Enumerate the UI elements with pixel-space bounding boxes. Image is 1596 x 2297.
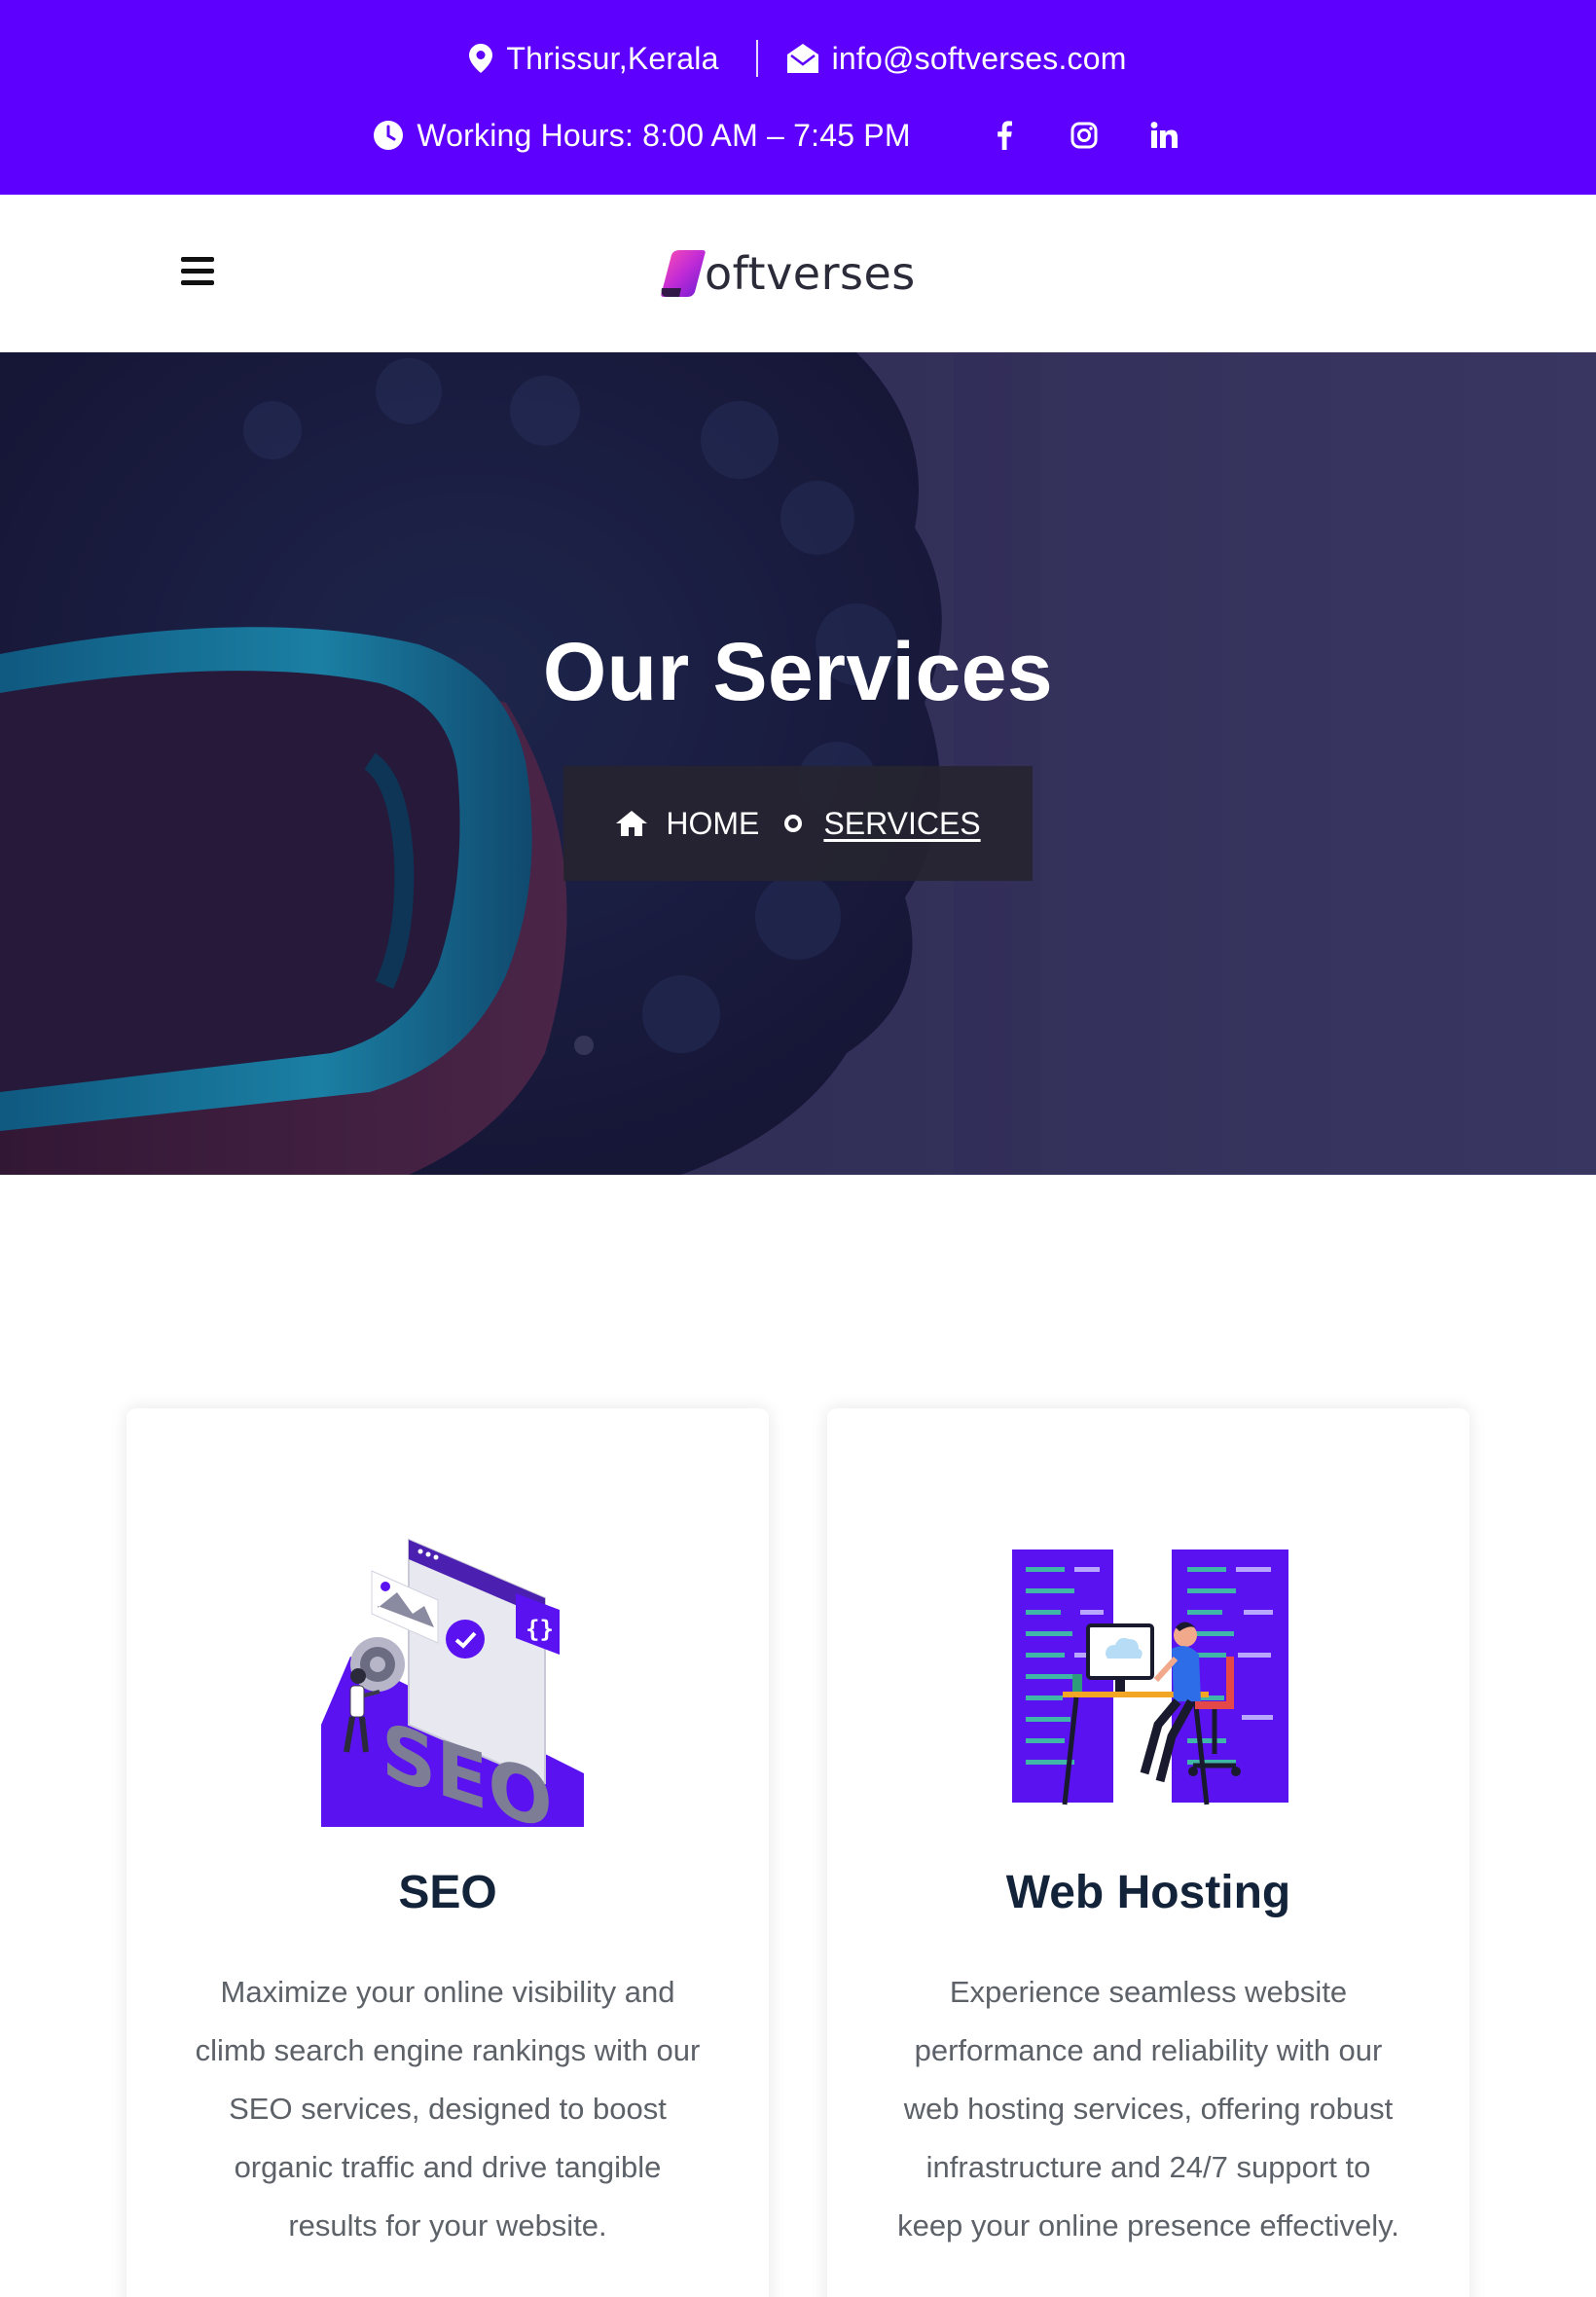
service-title: SEO: [398, 1867, 497, 1918]
breadcrumb-home-label[interactable]: HOME: [666, 806, 759, 842]
breadcrumb-home-link[interactable]: HOME: [615, 806, 759, 842]
instagram-icon[interactable]: [1063, 114, 1106, 157]
site-header: oftverses: [0, 195, 1596, 352]
service-description: Experience seamless website performance …: [897, 1975, 1399, 2242]
menu-toggle-button[interactable]: [181, 257, 220, 290]
hours-text: Working Hours: 8:00 AM – 7:45 PM: [417, 117, 911, 153]
seo-illustration-icon: {} SEO: [321, 1538, 584, 1832]
email-text[interactable]: info@softverses.com: [832, 41, 1127, 77]
working-hours: Working Hours: 8:00 AM – 7:45 PM: [374, 118, 910, 154]
hours-social-row: Working Hours: 8:00 AM – 7:45 PM: [0, 114, 1596, 157]
service-description: Maximize your online visibility and clim…: [195, 1975, 701, 2242]
email-info[interactable]: info@softverses.com: [786, 41, 1127, 77]
service-title: Web Hosting: [1005, 1867, 1291, 1918]
location-info: Thrissur,Kerala: [469, 41, 718, 77]
logo-mark-icon: [661, 250, 706, 297]
site-logo[interactable]: oftverses: [660, 243, 916, 304]
breadcrumb-current[interactable]: SERVICES: [823, 806, 980, 842]
map-pin-icon: [469, 44, 493, 73]
contact-row: Thrissur,Kerala info@softverses.com: [0, 37, 1596, 80]
web-hosting-illustration: [827, 1520, 1469, 1832]
page-title: Our Services: [542, 626, 1054, 717]
page-hero-banner: Our Services HOME SERVICES: [0, 352, 1596, 1175]
breadcrumb: HOME SERVICES: [563, 766, 1033, 881]
breadcrumb-separator-icon: [784, 815, 803, 832]
logo-text: oftverses: [705, 247, 916, 300]
seo-illustration: {} SEO: [127, 1520, 769, 1832]
server-illustration-icon: [1012, 1550, 1288, 1805]
service-card-web-hosting[interactable]: Web Hosting Experience seamless website …: [827, 1408, 1469, 2297]
envelope-open-icon: [786, 44, 818, 73]
location-text: Thrissur,Kerala: [506, 40, 719, 76]
home-icon: [616, 811, 648, 836]
service-card-seo[interactable]: {} SEO SEO Maximize your online visibili…: [127, 1408, 769, 2297]
linkedin-icon[interactable]: [1143, 114, 1185, 157]
social-links: [983, 114, 1222, 157]
hamburger-icon: [181, 257, 214, 262]
hero-background-image: [0, 352, 1596, 1175]
svg-text:{}: {}: [526, 1616, 554, 1643]
facebook-icon[interactable]: [983, 114, 1026, 157]
divider: [755, 40, 758, 77]
top-info-bar: Thrissur,Kerala info@softverses.com Work…: [0, 0, 1596, 195]
clock-icon: [374, 121, 404, 150]
